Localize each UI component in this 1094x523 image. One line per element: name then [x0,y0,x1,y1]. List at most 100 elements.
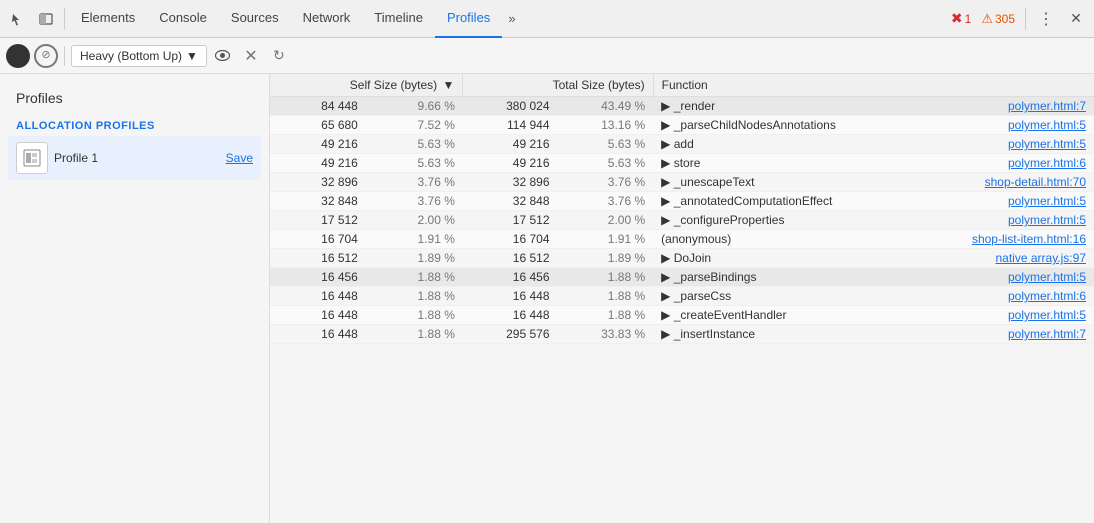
table-row[interactable]: 16 448 1.88 % 16 448 1.88 % ▶ _createEve… [270,306,1094,325]
sidebar: Profiles ALLOCATION PROFILES Profile 1 S… [0,74,270,523]
function-name: ▶ _parseBindings [661,270,756,284]
function-link[interactable]: polymer.html:7 [1008,327,1086,341]
second-toolbar: ⊘ Heavy (Bottom Up) ▼ ✕ ↻ [0,38,1094,74]
dock-icon[interactable] [32,5,60,33]
total-size-cell: 17 512 [463,211,558,230]
function-name: ▶ _parseCss [661,289,731,303]
warn-badge[interactable]: ⚠ 305 [977,9,1019,29]
table-row[interactable]: 32 848 3.76 % 32 848 3.76 % ▶ _annotated… [270,192,1094,211]
table-row[interactable]: 16 448 1.88 % 16 448 1.88 % ▶ _parseCss … [270,287,1094,306]
total-pct-cell: 1.88 % [558,268,654,287]
function-link[interactable]: polymer.html:6 [1008,289,1086,303]
total-pct-cell: 3.76 % [558,173,654,192]
self-pct-cell: 7.52 % [366,116,463,135]
toolbar-right: ✖ 1 ⚠ 305 ⋮ ✕ [947,5,1090,33]
tab-network[interactable]: Network [291,0,363,38]
more-tabs-button[interactable]: » [502,11,521,26]
table-row[interactable]: 16 512 1.89 % 16 512 1.89 % ▶ DoJoin nat… [270,249,1094,268]
self-pct-cell: 1.88 % [366,306,463,325]
function-cell: ▶ DoJoin native array.js:97 [653,249,1094,268]
total-size-header[interactable]: Total Size (bytes) [463,74,653,97]
function-link[interactable]: polymer.html:5 [1008,194,1086,208]
table-row[interactable]: 16 456 1.88 % 16 456 1.88 % ▶ _parseBind… [270,268,1094,287]
total-pct-cell: 3.76 % [558,192,654,211]
total-pct-cell: 13.16 % [558,116,654,135]
total-pct-cell: 5.63 % [558,154,654,173]
tab-profiles[interactable]: Profiles [435,0,502,38]
function-link[interactable]: polymer.html:5 [1008,118,1086,132]
self-size-cell: 32 896 [270,173,366,192]
error-badge[interactable]: ✖ 1 [947,8,975,29]
table-header-row: Self Size (bytes) ▼ Total Size (bytes) F… [270,74,1094,97]
tab-timeline[interactable]: Timeline [362,0,435,38]
function-cell: ▶ _annotatedComputationEffect polymer.ht… [653,192,1094,211]
view-dropdown[interactable]: Heavy (Bottom Up) ▼ [71,45,207,67]
self-size-cell: 16 456 [270,268,366,287]
close-button[interactable]: ✕ [1062,5,1090,33]
content-area: Self Size (bytes) ▼ Total Size (bytes) F… [270,74,1094,523]
function-link[interactable]: polymer.html:7 [1008,99,1086,113]
table-row[interactable]: 16 704 1.91 % 16 704 1.91 % (anonymous) … [270,230,1094,249]
self-size-cell: 49 216 [270,135,366,154]
record-button[interactable] [6,44,30,68]
total-size-cell: 32 848 [463,192,558,211]
table-row[interactable]: 49 216 5.63 % 49 216 5.63 % ▶ store poly… [270,154,1094,173]
warn-icon: ⚠ [981,11,993,27]
table-row[interactable]: 49 216 5.63 % 49 216 5.63 % ▶ add polyme… [270,135,1094,154]
profile-item[interactable]: Profile 1 Save [8,136,261,180]
tab-sources[interactable]: Sources [219,0,291,38]
clear-button[interactable]: ✕ [239,44,263,68]
function-cell: (anonymous) shop-list-item.html:16 [653,230,1094,249]
function-name: ▶ _insertInstance [661,327,755,341]
function-name: ▶ DoJoin [661,251,711,265]
eye-icon[interactable] [211,44,235,68]
toolbar2-divider [64,46,65,66]
function-link[interactable]: polymer.html:5 [1008,137,1086,151]
table-row[interactable]: 84 448 9.66 % 380 024 43.49 % ▶ _render … [270,97,1094,116]
function-link[interactable]: polymer.html:5 [1008,213,1086,227]
refresh-button[interactable]: ↻ [267,44,291,68]
total-pct-cell: 33.83 % [558,325,654,344]
toolbar-divider2 [1025,8,1026,30]
cursor-icon[interactable] [4,5,32,33]
self-size-cell: 17 512 [270,211,366,230]
self-size-cell: 16 448 [270,287,366,306]
function-link[interactable]: shop-list-item.html:16 [972,232,1086,246]
table-row[interactable]: 32 896 3.76 % 32 896 3.76 % ▶ _unescapeT… [270,173,1094,192]
stop-button[interactable]: ⊘ [34,44,58,68]
profile-icon [16,142,48,174]
total-size-cell: 32 896 [463,173,558,192]
more-menu-button[interactable]: ⋮ [1032,5,1060,33]
total-pct-cell: 5.63 % [558,135,654,154]
function-link[interactable]: shop-detail.html:70 [985,175,1086,189]
table-scroll[interactable]: Self Size (bytes) ▼ Total Size (bytes) F… [270,74,1094,523]
self-size-cell: 32 848 [270,192,366,211]
function-name: ▶ _parseChildNodesAnnotations [661,118,836,132]
profile-save-link[interactable]: Save [226,151,253,165]
self-pct-cell: 1.88 % [366,268,463,287]
function-link[interactable]: polymer.html:6 [1008,156,1086,170]
function-name: ▶ add [661,137,694,151]
function-name: ▶ _unescapeText [661,175,754,189]
self-size-header[interactable]: Self Size (bytes) ▼ [270,74,463,97]
function-link[interactable]: polymer.html:5 [1008,308,1086,322]
total-size-cell: 49 216 [463,135,558,154]
self-pct-cell: 3.76 % [366,192,463,211]
function-link[interactable]: native array.js:97 [996,251,1087,265]
self-size-cell: 65 680 [270,116,366,135]
self-pct-cell: 3.76 % [366,173,463,192]
function-header[interactable]: Function [653,74,1094,97]
profile-name: Profile 1 [54,151,220,165]
function-cell: ▶ add polymer.html:5 [653,135,1094,154]
table-row[interactable]: 17 512 2.00 % 17 512 2.00 % ▶ _configure… [270,211,1094,230]
self-size-cell: 16 448 [270,325,366,344]
function-link[interactable]: polymer.html:5 [1008,270,1086,284]
function-cell: ▶ store polymer.html:6 [653,154,1094,173]
table-row[interactable]: 65 680 7.52 % 114 944 13.16 % ▶ _parseCh… [270,116,1094,135]
total-size-cell: 16 448 [463,306,558,325]
tab-elements[interactable]: Elements [69,0,147,38]
tab-console[interactable]: Console [147,0,219,38]
function-name: ▶ _createEventHandler [661,308,786,322]
dropdown-arrow: ▼ [186,49,198,63]
table-row[interactable]: 16 448 1.88 % 295 576 33.83 % ▶ _insertI… [270,325,1094,344]
